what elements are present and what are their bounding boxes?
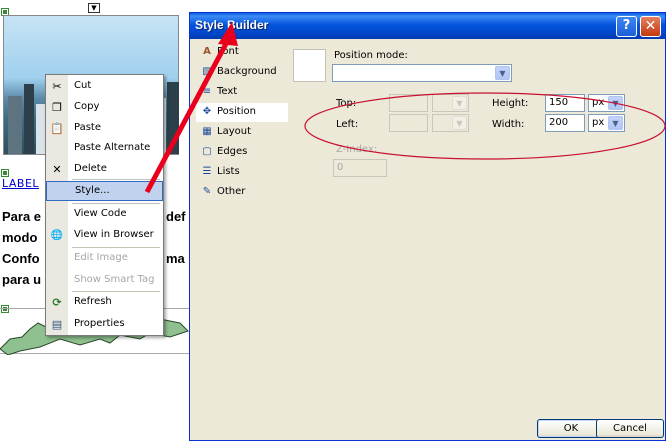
menu-item-label: View in Browser bbox=[74, 229, 154, 240]
lists-icon: ☰ bbox=[202, 166, 212, 177]
width-input[interactable]: 200 bbox=[545, 114, 585, 132]
menu-item-properties[interactable]: ▤ Properties bbox=[46, 315, 163, 335]
menu-item-paste[interactable]: 📋 Paste bbox=[46, 119, 163, 139]
height-unit-select[interactable]: px ▼ bbox=[588, 94, 625, 112]
nav-item-label: Text bbox=[217, 86, 238, 97]
nav-item-label: Position bbox=[217, 106, 256, 117]
dialog-title: Style Builder bbox=[195, 18, 269, 32]
position-preview bbox=[293, 49, 326, 82]
paragraph-line: para u bbox=[2, 272, 42, 287]
smart-tag-arrow-icon[interactable]: ▼ bbox=[88, 3, 100, 13]
background-icon: ▧ bbox=[202, 66, 212, 77]
scissors-icon: ✂ bbox=[52, 80, 62, 93]
menu-separator bbox=[72, 179, 160, 180]
left-input[interactable] bbox=[389, 114, 428, 132]
menu-item-label: Copy bbox=[74, 101, 100, 112]
menu-item-label: Edit Image bbox=[74, 252, 128, 263]
menu-item-label: Cut bbox=[74, 80, 92, 91]
menu-item-view-in-browser[interactable]: 🌐 View in Browser bbox=[46, 226, 163, 246]
style-builder-dialog: Style Builder ? ✕ A Font ▧ Background ≡ … bbox=[189, 12, 666, 441]
nav-item-background[interactable]: ▧ Background bbox=[196, 63, 288, 82]
height-label: Height: bbox=[492, 98, 529, 109]
chevron-down-icon[interactable]: ▼ bbox=[452, 116, 467, 130]
close-button[interactable]: ✕ bbox=[640, 16, 661, 37]
other-icon: ✎ bbox=[202, 186, 212, 197]
chevron-down-icon[interactable]: ▼ bbox=[495, 66, 510, 80]
menu-separator bbox=[72, 247, 160, 248]
refresh-icon: ⟳ bbox=[52, 296, 62, 309]
nav-item-lists[interactable]: ☰ Lists bbox=[196, 163, 288, 182]
nav-item-label: Other bbox=[217, 186, 246, 197]
nav-item-label: Background bbox=[217, 66, 277, 77]
category-nav: A Font ▧ Background ≡ Text ✥ Position ▦ … bbox=[196, 43, 288, 423]
zindex-input[interactable]: 0 bbox=[333, 159, 387, 177]
nav-item-other[interactable]: ✎ Other bbox=[196, 183, 288, 202]
nav-item-text[interactable]: ≡ Text bbox=[196, 83, 288, 102]
width-label: Width: bbox=[492, 119, 525, 130]
nav-item-font[interactable]: A Font bbox=[196, 43, 288, 62]
dialog-titlebar[interactable]: Style Builder ? ✕ bbox=[190, 13, 665, 39]
nav-item-layout[interactable]: ▦ Layout bbox=[196, 123, 288, 142]
menu-item-delete[interactable]: ✕ Delete bbox=[46, 160, 163, 180]
menu-item-label: Properties bbox=[74, 318, 125, 329]
nav-item-label: Edges bbox=[217, 146, 248, 157]
menu-item-label: Paste bbox=[74, 122, 101, 133]
menu-item-label: Refresh bbox=[74, 296, 112, 307]
properties-icon: ▤ bbox=[51, 318, 63, 331]
help-button[interactable]: ? bbox=[616, 16, 637, 37]
menu-separator bbox=[72, 203, 160, 204]
browser-icon: 🌐 bbox=[50, 230, 64, 241]
paste-icon: 📋 bbox=[50, 122, 64, 135]
delete-x-icon: ✕ bbox=[52, 163, 62, 176]
nav-item-label: Layout bbox=[217, 126, 251, 137]
ok-button[interactable]: OK bbox=[537, 419, 605, 438]
paragraph-line: modo bbox=[2, 230, 38, 245]
paragraph-line: Confo bbox=[2, 251, 40, 266]
text-icon: ≡ bbox=[202, 86, 212, 97]
menu-item-label: Delete bbox=[74, 163, 107, 174]
menu-item-label: Paste Alternate bbox=[74, 142, 151, 153]
nav-item-position[interactable]: ✥ Position bbox=[196, 103, 288, 122]
menu-item-label: Show Smart Tag bbox=[74, 274, 155, 285]
nav-item-label: Font bbox=[217, 46, 239, 57]
nav-item-edges[interactable]: ▢ Edges bbox=[196, 143, 288, 162]
paragraph-fragment: def bbox=[166, 209, 186, 224]
layout-icon: ▦ bbox=[202, 126, 212, 137]
zindex-label: Z-Index: bbox=[336, 144, 378, 155]
top-label: Top: bbox=[336, 98, 357, 109]
paragraph-fragment: ma bbox=[166, 251, 185, 266]
top-input[interactable] bbox=[389, 94, 428, 112]
menu-item-label: View Code bbox=[74, 208, 127, 219]
chevron-down-icon[interactable]: ▼ bbox=[608, 96, 623, 110]
menu-item-label: Style... bbox=[75, 185, 110, 196]
chevron-down-icon[interactable]: ▼ bbox=[608, 116, 623, 130]
menu-item-paste-alternate[interactable]: Paste Alternate bbox=[46, 139, 163, 159]
paragraph-line: Para e bbox=[2, 209, 42, 224]
height-input[interactable]: 150 bbox=[545, 94, 585, 112]
label-link[interactable]: LABEL bbox=[2, 177, 39, 190]
position-mode-select[interactable]: ▼ bbox=[332, 64, 512, 82]
chevron-down-icon[interactable]: ▼ bbox=[452, 96, 467, 110]
font-icon: A bbox=[203, 46, 211, 57]
menu-item-show-smart-tag[interactable]: Show Smart Tag bbox=[46, 271, 163, 291]
menu-item-edit-image[interactable]: Edit Image bbox=[46, 249, 163, 269]
context-menu: ✂ Cut ❐ Copy 📋 Paste Paste Alternate ✕ D… bbox=[45, 74, 164, 336]
menu-item-cut[interactable]: ✂ Cut bbox=[46, 77, 163, 97]
cancel-button[interactable]: Cancel bbox=[596, 419, 664, 438]
top-unit-select[interactable]: ▼ bbox=[432, 94, 469, 112]
selection-handle[interactable] bbox=[1, 169, 9, 177]
menu-item-copy[interactable]: ❐ Copy bbox=[46, 98, 163, 118]
left-unit-select[interactable]: ▼ bbox=[432, 114, 469, 132]
menu-separator bbox=[72, 291, 160, 292]
menu-item-style[interactable]: Style... bbox=[46, 181, 163, 201]
edges-icon: ▢ bbox=[202, 146, 212, 157]
position-icon: ✥ bbox=[202, 106, 212, 117]
position-mode-label: Position mode: bbox=[334, 50, 408, 61]
width-unit-select[interactable]: px ▼ bbox=[588, 114, 625, 132]
menu-item-refresh[interactable]: ⟳ Refresh bbox=[46, 293, 163, 313]
nav-item-label: Lists bbox=[217, 166, 240, 177]
copy-icon: ❐ bbox=[52, 101, 62, 114]
left-label: Left: bbox=[336, 119, 359, 130]
menu-item-view-code[interactable]: View Code bbox=[46, 205, 163, 225]
